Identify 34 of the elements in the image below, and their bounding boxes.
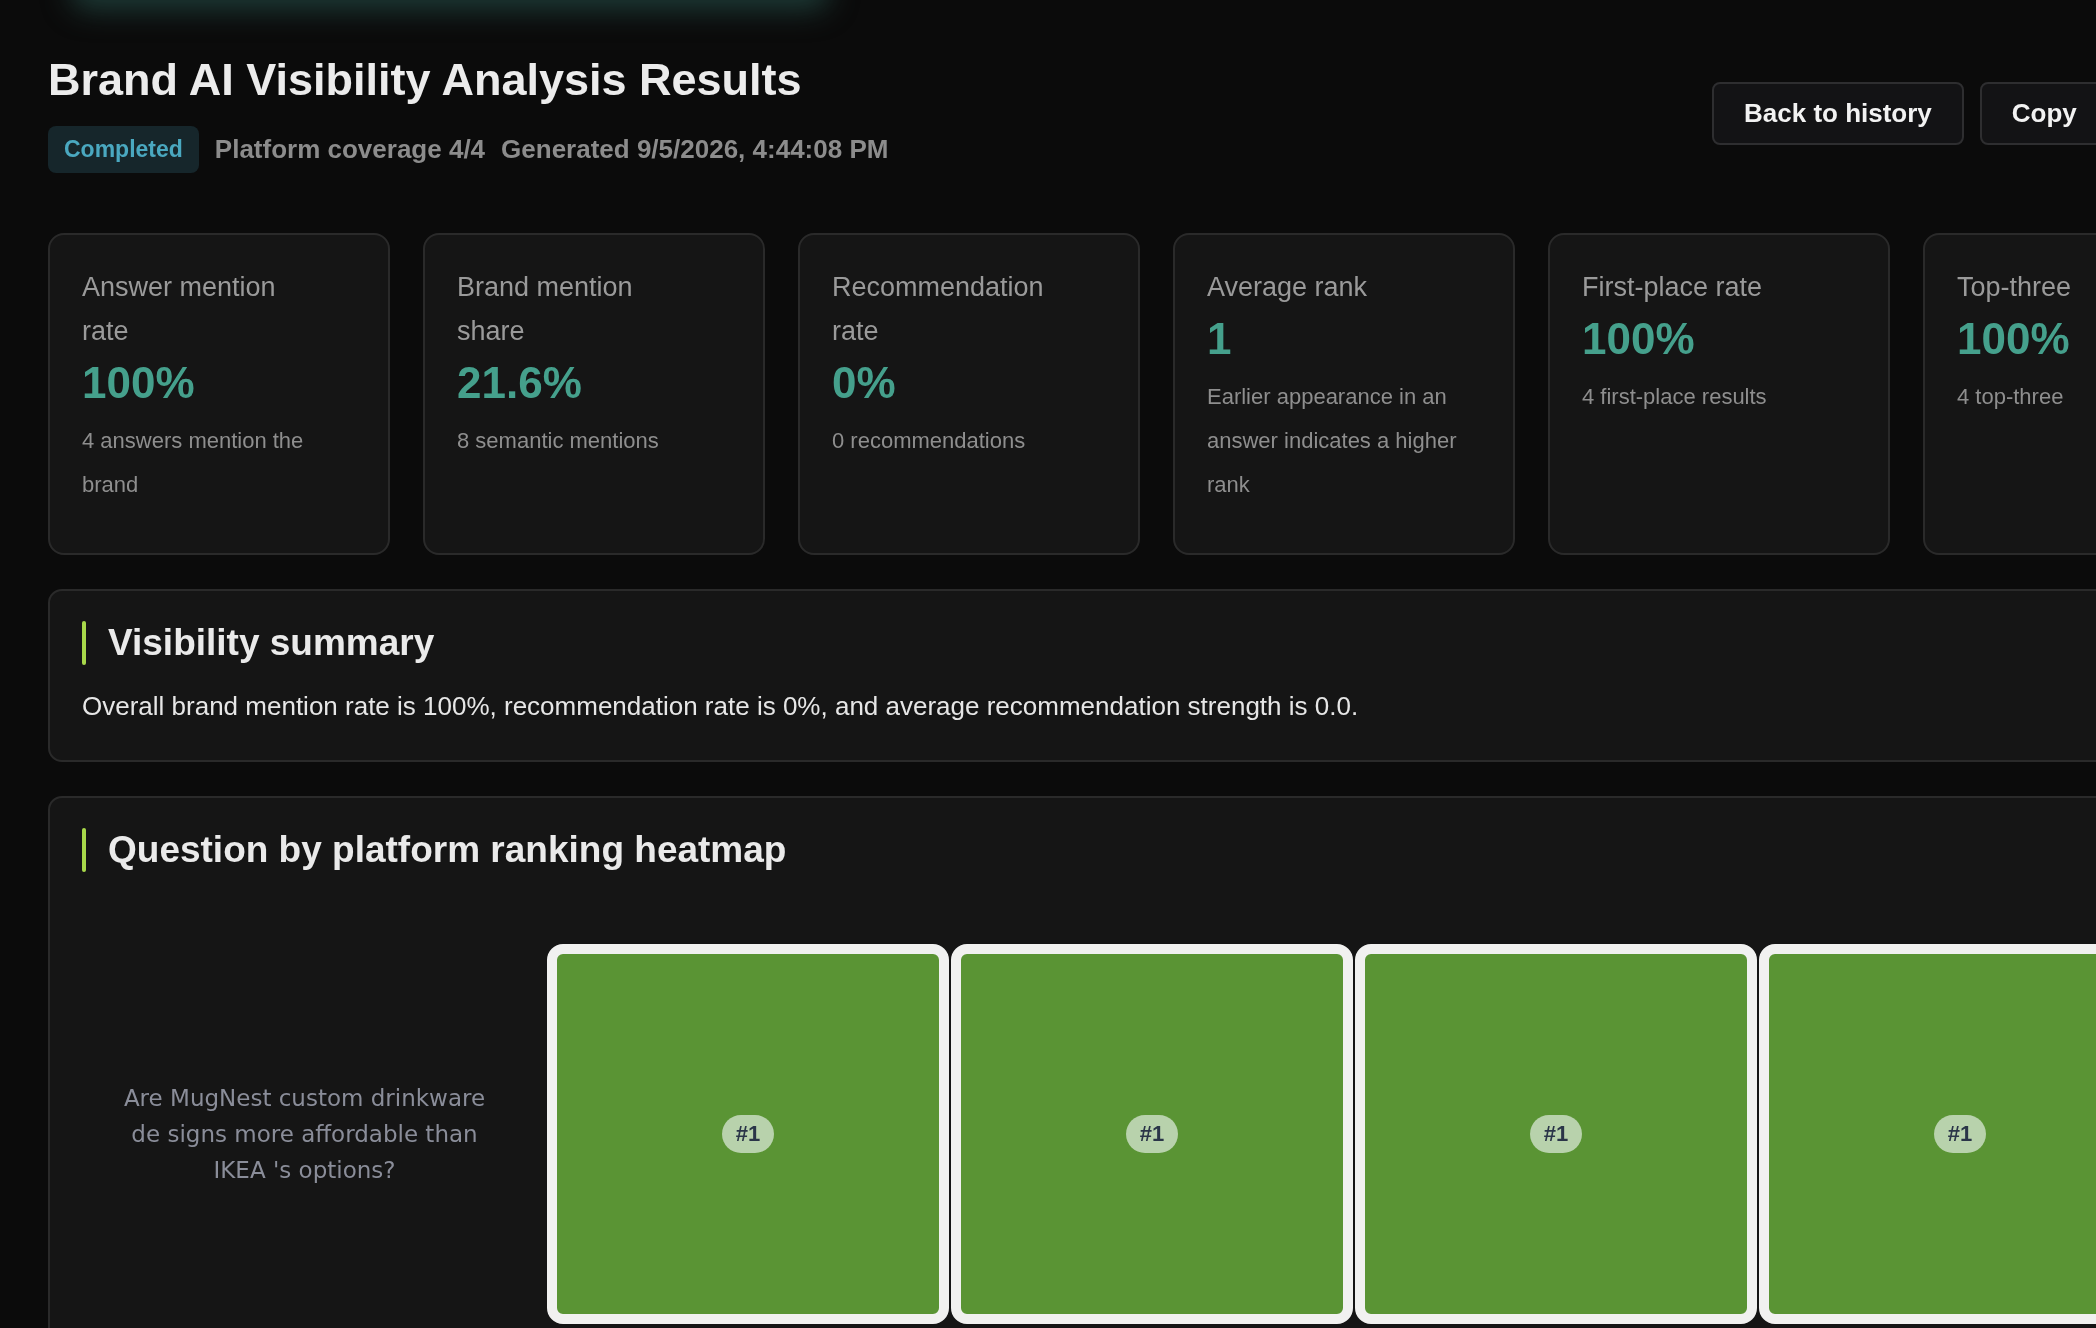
section-title: Visibility summary [108, 622, 435, 664]
metric-value: 100% [82, 357, 196, 409]
metric-note: 8 semantic mentions [457, 427, 660, 455]
rank-pill: #1 [1125, 1115, 1179, 1153]
status-badge: Completed [48, 126, 199, 173]
metric-label: First-place rate [1582, 271, 1764, 304]
page-title: Brand AI Visibility Analysis Results [48, 53, 803, 107]
metric-value: 100% [1582, 313, 1696, 365]
metric-value: 21.6% [457, 357, 583, 409]
summary-text: Overall brand mention rate is 100%, recommendation rate is 0%, and average recommendation strength is 0.0. [82, 691, 1360, 722]
metric-value: 1 [1207, 313, 1233, 365]
section-title: Question by platform ranking heatmap [108, 829, 787, 871]
rank-pill: #1 [1529, 1115, 1583, 1153]
metric-label: Answer mention rate [82, 271, 277, 348]
metric-note: 4 top-three [1957, 383, 2065, 411]
rank-pill: #1 [721, 1115, 775, 1153]
metric-label: Average rank [1207, 271, 1369, 304]
meta-text: Platform coverage 4/4 [214, 134, 486, 165]
metric-label: Top-three [1957, 271, 2073, 304]
metric-note: 4 first-place results [1582, 383, 1768, 411]
rank-pill: #1 [1933, 1115, 1987, 1153]
metric-value: 100% [1957, 313, 2071, 365]
metric-label: Brand mention share [457, 271, 634, 348]
metric-note: 0 recommendations [832, 427, 1027, 455]
accent-bar [82, 621, 86, 665]
action-button[interactable]: Back to history [1712, 82, 1964, 145]
metric-note: Earlier appearance in an answer indicates a higher rank [1207, 383, 1458, 499]
metric-value: 0% [832, 357, 897, 409]
metric-note: 4 answers mention the brand [82, 427, 305, 499]
accent-bar [82, 828, 86, 872]
meta-text: Generated 9/5/2026, 4:44:08 PM [501, 134, 889, 165]
question-label: Are MugNest custom drinkware de signs more affordable than IKEA 's options? [122, 1084, 487, 1185]
metric-label: Recommendation rate [832, 271, 1045, 348]
action-button[interactable]: Copy [1979, 82, 2096, 145]
